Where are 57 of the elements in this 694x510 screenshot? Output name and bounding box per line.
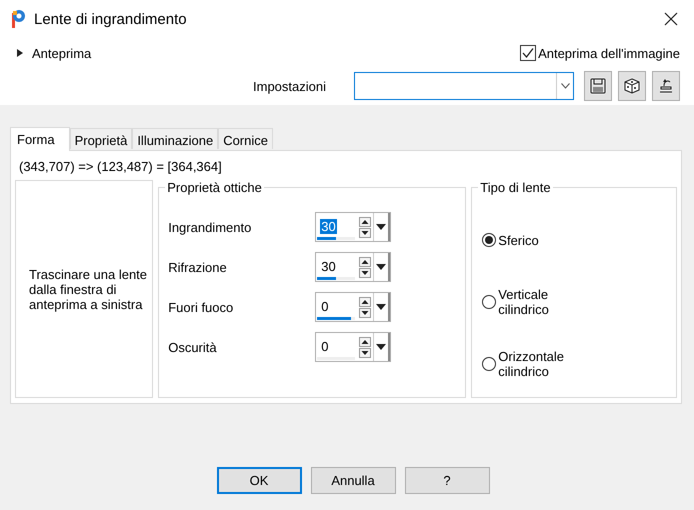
radio-label: Sferico: [498, 232, 540, 248]
spin-up-icon[interactable]: [359, 296, 374, 306]
field-value: 0: [320, 339, 330, 354]
spin-up-icon[interactable]: [359, 256, 374, 266]
dialog-button[interactable]: OK: [216, 467, 302, 494]
caret-down-icon: [560, 83, 570, 89]
window-title: Lente di ingrandimento: [34, 10, 188, 28]
caret-right-icon: [16, 48, 24, 58]
app-icon: [10, 9, 26, 29]
caret-down-icon[interactable]: [376, 344, 386, 350]
spin-field[interactable]: 0: [315, 292, 392, 322]
radio-label: Orizzontale cilindrico: [498, 349, 566, 379]
group-title: Tipo di lente: [479, 180, 552, 195]
spin-field[interactable]: 30: [315, 212, 392, 242]
field-label: Impostazioni: [253, 78, 326, 94]
checkbox[interactable]: [520, 45, 536, 61]
preview-expander[interactable]: Anteprima: [16, 46, 520, 60]
field-value: 30: [320, 259, 337, 274]
field-label: Ingrandimento: [168, 220, 252, 234]
spin-down-icon[interactable]: [359, 228, 374, 238]
field-value: 0: [320, 299, 330, 314]
field-label: Fuori fuoco: [168, 300, 234, 314]
spin-down-icon[interactable]: [359, 268, 374, 278]
radio-button[interactable]: [482, 357, 496, 371]
field-label: Rifrazione: [168, 260, 228, 274]
spin-field[interactable]: 30: [315, 252, 392, 282]
dialog-button[interactable]: Annulla: [310, 467, 396, 494]
close-icon[interactable]: [664, 12, 678, 26]
checkbox-label: Anteprima dell'immagine: [538, 46, 680, 60]
coordinates-text: (343,707) => (123,487) = [364,364]: [18, 158, 223, 176]
radio-label: Verticale cilindrico: [498, 287, 550, 317]
tab[interactable]: Cornice: [218, 128, 273, 149]
toolbar-button[interactable]: [652, 71, 680, 101]
toolbar-button[interactable]: [584, 71, 612, 101]
tab[interactable]: Proprietà: [70, 128, 132, 149]
dialog-button[interactable]: ?: [404, 467, 490, 494]
settings-dropdown[interactable]: [354, 72, 574, 100]
spin-field[interactable]: 0: [315, 332, 392, 362]
toolbar-button[interactable]: [618, 71, 646, 101]
caret-down-icon[interactable]: [376, 264, 386, 270]
spin-down-icon[interactable]: [359, 308, 374, 318]
field-value: 30: [320, 219, 337, 234]
caret-down-icon[interactable]: [376, 224, 386, 230]
hint-text: Trascinare una lente dalla finestra di anteprima a sinistra: [29, 266, 148, 312]
dice-icon: [624, 78, 640, 94]
save-icon: [590, 78, 606, 94]
caret-down-icon[interactable]: [376, 304, 386, 310]
radio-button[interactable]: [482, 295, 496, 309]
radio-button[interactable]: [482, 233, 496, 247]
spin-up-icon[interactable]: [359, 336, 374, 346]
tab[interactable]: Illuminazione: [132, 128, 218, 149]
reset-icon: [658, 78, 674, 94]
group-title: Proprietà ottiche: [166, 180, 263, 195]
tab[interactable]: Forma: [10, 127, 70, 151]
field-label: Oscurità: [168, 340, 218, 354]
spin-up-icon[interactable]: [359, 216, 374, 226]
spin-down-icon[interactable]: [359, 348, 374, 358]
